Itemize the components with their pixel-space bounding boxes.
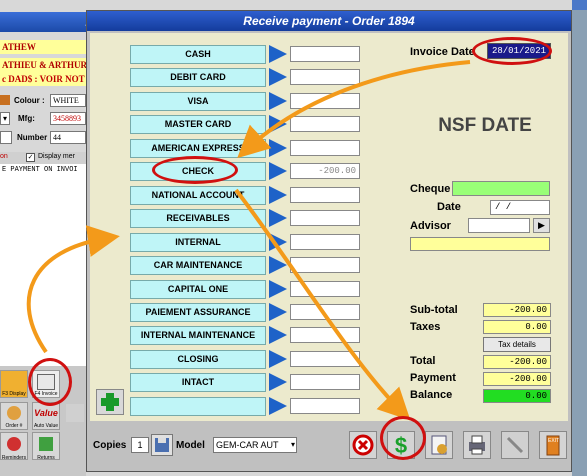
annotation-circle-invoice-tile: [28, 358, 72, 406]
arrow-invoice-to-check: [237, 60, 471, 159]
arrow-check-to-dollar: [234, 188, 411, 421]
annotation-circle-check: [152, 156, 238, 184]
annotation-circle-dollar: [380, 416, 426, 460]
arrow-tile-to-panel: [26, 225, 120, 354]
annotation-circle-invoice-date: [472, 37, 552, 65]
annotation-arrows: [26, 60, 471, 421]
